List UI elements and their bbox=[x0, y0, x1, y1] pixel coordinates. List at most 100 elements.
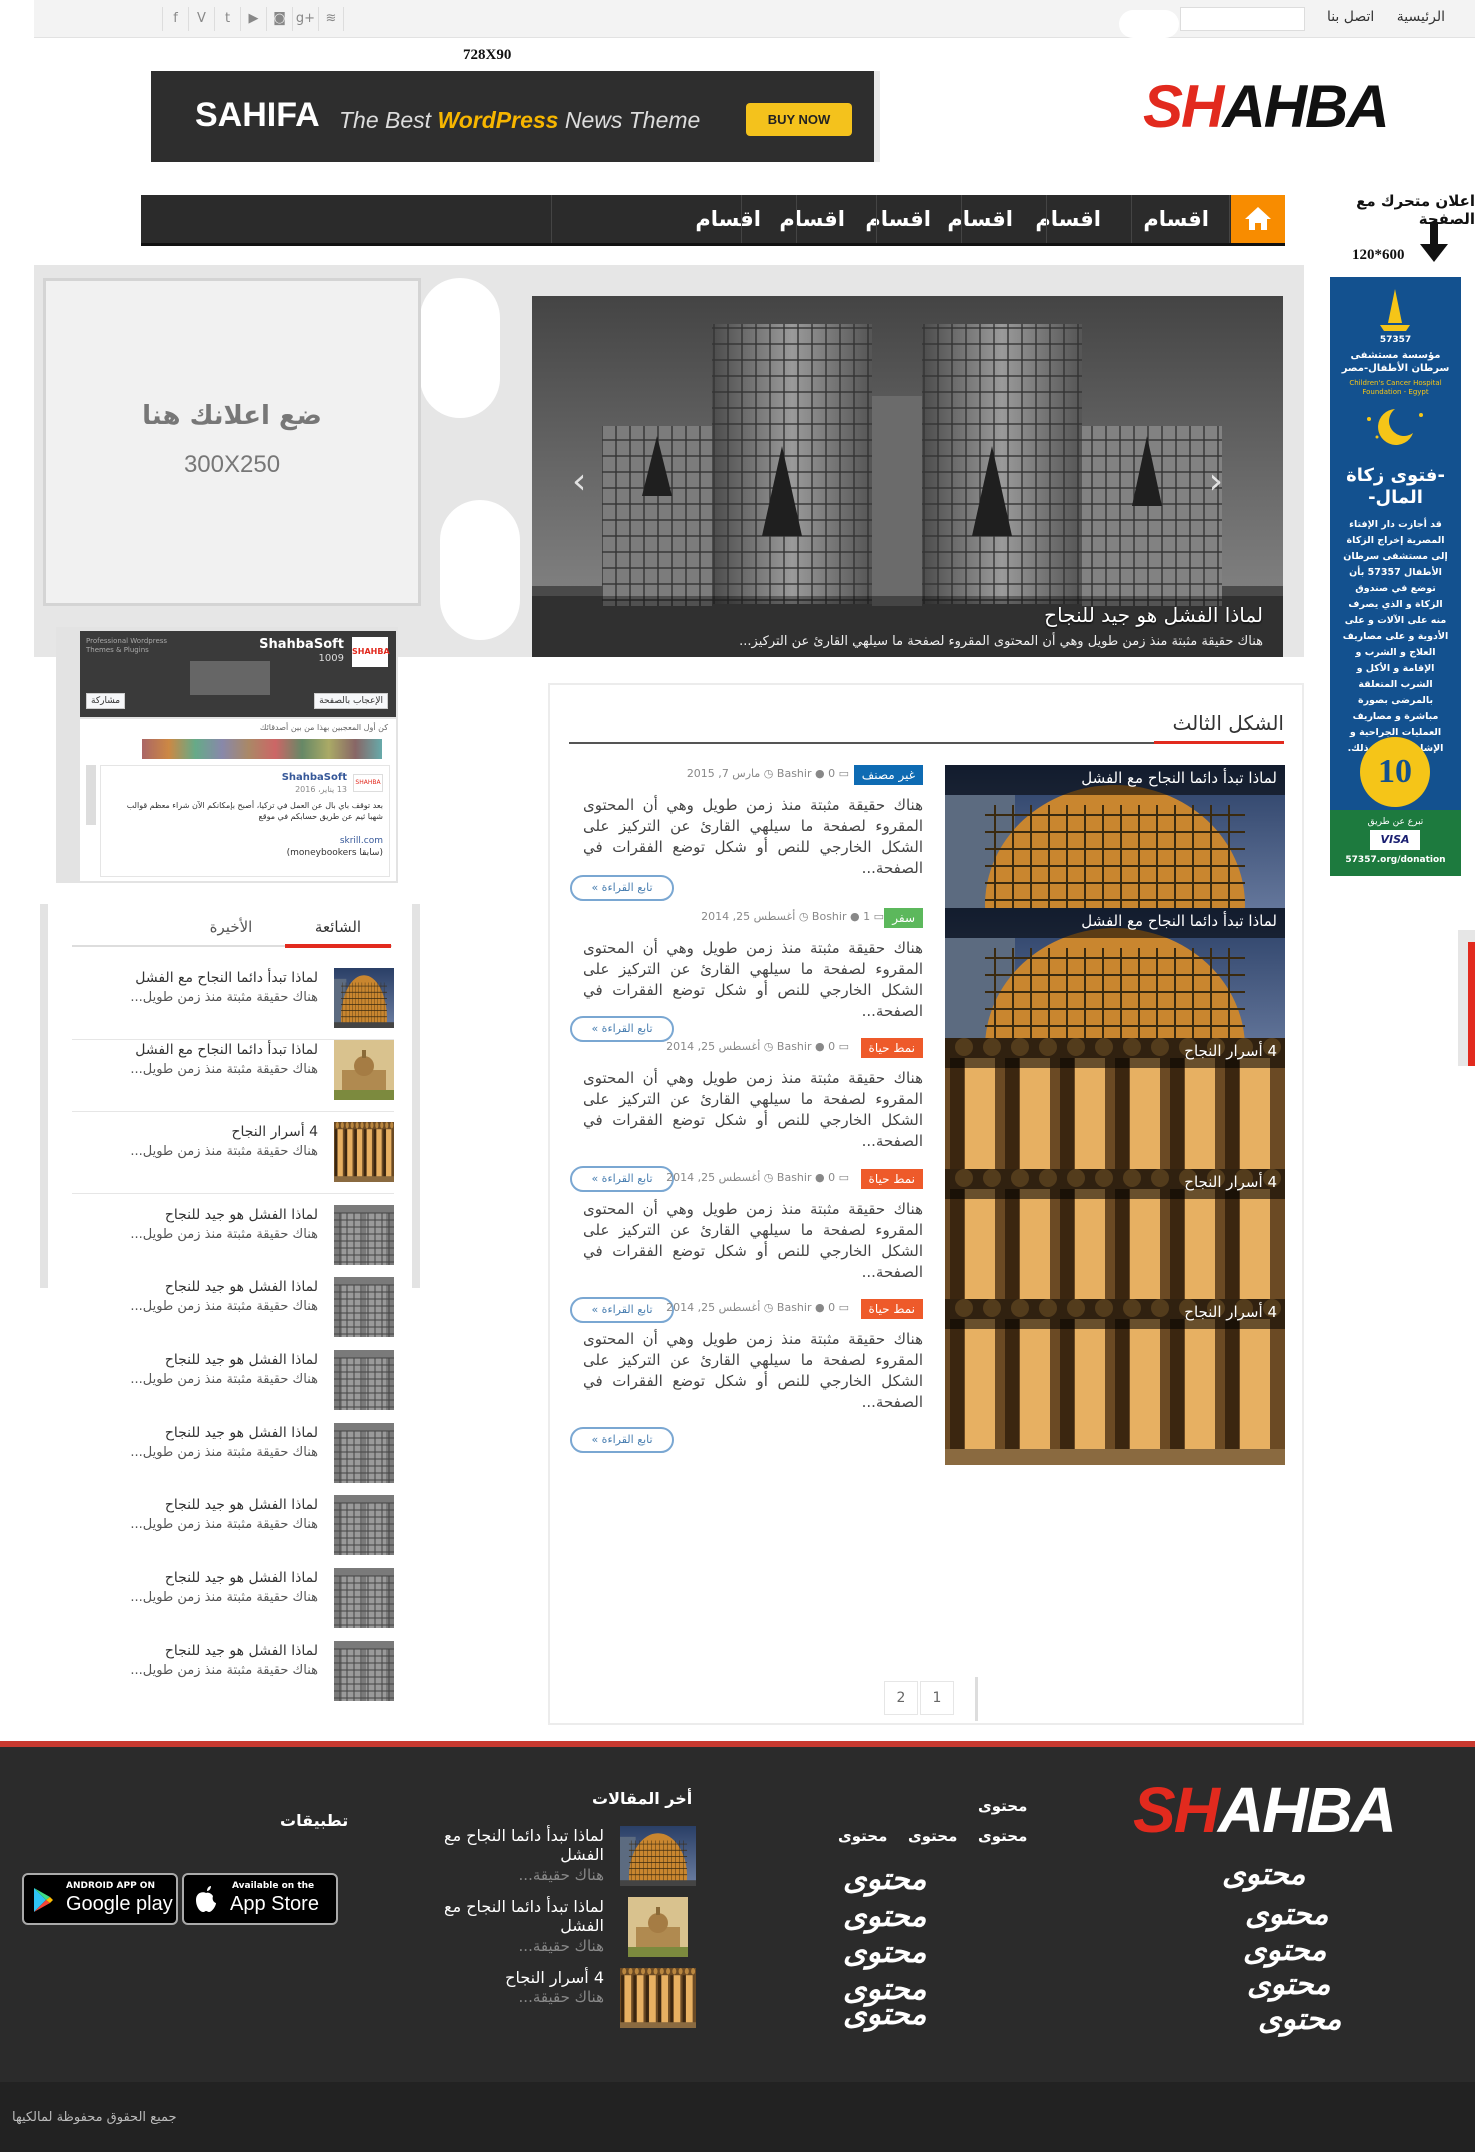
page-1[interactable]: 1 bbox=[920, 1681, 954, 1715]
scroll-thumb[interactable] bbox=[1468, 942, 1475, 1066]
sky-url[interactable]: 57357.org/donation bbox=[1330, 855, 1461, 865]
widget-post-title[interactable]: لماذا الفشل هو جيد للنجاح bbox=[165, 1643, 318, 1659]
footer-logo-item-4[interactable]: محتوى bbox=[1247, 1967, 1330, 2002]
widget-post-item[interactable]: لماذا الفشل هو جيد للنجاح هناك حقيقة مثب… bbox=[72, 1423, 394, 1495]
post-image[interactable]: 4 أسرار النجاح bbox=[945, 1299, 1285, 1465]
post-author[interactable]: Bashir bbox=[777, 1040, 812, 1053]
twitter-icon[interactable]: t bbox=[214, 7, 240, 31]
buy-now-button[interactable]: BUY NOW bbox=[746, 103, 852, 136]
footer-logo-item-3[interactable]: محتوى bbox=[1243, 1933, 1326, 1968]
post-comments[interactable]: 0 bbox=[828, 1171, 835, 1184]
vine-icon[interactable]: V bbox=[188, 7, 214, 31]
post-title[interactable]: 4 أسرار النجاح bbox=[945, 1038, 1285, 1068]
app-store-button[interactable]: Available on the App Store bbox=[182, 1873, 338, 1925]
widget-post-title[interactable]: 4 أسرار النجاح bbox=[231, 1124, 318, 1140]
post-title[interactable]: 4 أسرار النجاح bbox=[945, 1299, 1285, 1329]
widget-post-item[interactable]: لماذا تبدأ دائما النجاح مع الفشل هناك حق… bbox=[72, 968, 394, 1040]
footer-logo-item-5[interactable]: محتوى bbox=[1258, 2002, 1341, 2037]
page-2[interactable]: 2 bbox=[884, 1681, 918, 1715]
post-author[interactable]: Bashir bbox=[777, 1171, 812, 1184]
widget-post-thumb[interactable] bbox=[334, 1040, 394, 1100]
footer-content-item-3[interactable]: محتوى bbox=[843, 1935, 926, 1970]
widget-post-item[interactable]: لماذا الفشل هو جيد للنجاح هناك حقيقة مثب… bbox=[72, 1277, 394, 1349]
youtube-icon[interactable]: ▶ bbox=[240, 7, 266, 31]
fb-post-link[interactable]: skrill.com bbox=[340, 836, 383, 846]
footer-article-title[interactable]: لماذا تبدأ دائما النجاح مع الفشل bbox=[404, 1897, 604, 1935]
post-comments[interactable]: 0 bbox=[828, 767, 835, 780]
footer-logo[interactable]: SHAHBA bbox=[1133, 1775, 1397, 1845]
post-image[interactable]: لماذا تبدأ دائما النجاح مع الفشل bbox=[945, 765, 1285, 931]
widget-post-title[interactable]: لماذا تبدأ دائما النجاح مع الفشل bbox=[135, 1042, 318, 1058]
footer-article-thumb[interactable] bbox=[620, 1826, 696, 1886]
nav-item-6[interactable]: اقسام bbox=[695, 203, 761, 235]
post-category-badge[interactable]: نمط حياة bbox=[860, 1038, 923, 1058]
post-title[interactable]: لماذا تبدأ دائما النجاح مع الفشل bbox=[945, 908, 1285, 938]
post-comments[interactable]: 1 bbox=[863, 910, 870, 923]
footer-article-item[interactable]: لماذا تبدأ دائما النجاح مع الفشل هناك حق… bbox=[400, 1897, 696, 1963]
footer-content-sub-3[interactable]: محتوى bbox=[838, 1827, 887, 1845]
widget-post-item[interactable]: لماذا تبدأ دائما النجاح مع الفشل هناك حق… bbox=[72, 1040, 394, 1112]
widget-post-thumb[interactable] bbox=[334, 1495, 394, 1555]
banner-ad[interactable]: SAHIFA The Best WordPress News Theme BUY… bbox=[151, 71, 880, 162]
widget-post-thumb[interactable] bbox=[334, 1122, 394, 1182]
post-category-badge[interactable]: نمط حياة bbox=[860, 1299, 923, 1319]
widget-post-title[interactable]: لماذا الفشل هو جيد للنجاح bbox=[165, 1352, 318, 1368]
footer-logo-item-2[interactable]: محتوى bbox=[1245, 1897, 1328, 1932]
fb-post-name[interactable]: ShahbaSoft bbox=[282, 772, 347, 783]
post-title[interactable]: 4 أسرار النجاح bbox=[945, 1169, 1285, 1199]
footer-content-item-1[interactable]: محتوى bbox=[843, 1862, 926, 1897]
footer-article-item[interactable]: 4 أسرار النجاح هناك حقيقة... bbox=[400, 1968, 696, 2034]
tab-recent[interactable]: الأخيرة bbox=[186, 918, 276, 936]
slider-prev-icon[interactable]: ‹ bbox=[572, 461, 586, 502]
footer-article-item[interactable]: لماذا تبدأ دائما النجاح مع الفشل هناك حق… bbox=[400, 1826, 696, 1892]
rss-icon[interactable]: ≋ bbox=[318, 7, 344, 31]
post-category-badge[interactable]: نمط حياة bbox=[860, 1169, 923, 1189]
footer-content-item-5[interactable]: محتوى bbox=[843, 1997, 926, 2032]
widget-post-item[interactable]: لماذا الفشل هو جيد للنجاح هناك حقيقة مثب… bbox=[72, 1568, 394, 1640]
home-icon[interactable] bbox=[1231, 195, 1285, 243]
nav-item-5[interactable]: اقسام bbox=[779, 203, 845, 235]
slider-next-icon[interactable]: › bbox=[1209, 461, 1223, 502]
widget-post-item[interactable]: لماذا الفشل هو جيد للنجاح هناك حقيقة مثب… bbox=[72, 1350, 394, 1422]
read-more-button[interactable]: تابع القراءة » bbox=[570, 1427, 674, 1453]
widget-post-thumb[interactable] bbox=[334, 1205, 394, 1265]
post-author[interactable]: Bashir bbox=[777, 1301, 812, 1314]
footer-article-title[interactable]: 4 أسرار النجاح bbox=[404, 1968, 604, 1987]
footer-content-sub-2[interactable]: محتوى bbox=[908, 1827, 957, 1845]
post-comments[interactable]: 0 bbox=[828, 1040, 835, 1053]
widget-post-item[interactable]: لماذا الفشل هو جيد للنجاح هناك حقيقة مثب… bbox=[72, 1495, 394, 1567]
widget-post-title[interactable]: لماذا تبدأ دائما النجاح مع الفشل bbox=[135, 970, 318, 986]
nav-item-1[interactable]: اقسام bbox=[1143, 203, 1209, 235]
post-author[interactable]: Boshir bbox=[812, 910, 847, 923]
ad-300x250[interactable]: ضع اعلانك هنا 300X250 bbox=[43, 278, 421, 606]
post-category-badge[interactable]: غير مصنف bbox=[853, 765, 923, 785]
top-nav-home[interactable]: الرئيسية bbox=[1397, 9, 1445, 25]
fb-page-name[interactable]: ShahbaSoft bbox=[259, 637, 344, 652]
widget-post-thumb[interactable] bbox=[334, 1568, 394, 1628]
facebook-icon[interactable]: f bbox=[162, 7, 188, 31]
widget-post-thumb[interactable] bbox=[334, 1423, 394, 1483]
widget-post-item[interactable]: 4 أسرار النجاح هناك حقيقة مثبتة منذ زمن … bbox=[72, 1122, 394, 1194]
google-plus-icon[interactable]: g+ bbox=[292, 7, 318, 31]
widget-post-item[interactable]: لماذا الفشل هو جيد للنجاح هناك حقيقة مثب… bbox=[72, 1205, 394, 1277]
footer-content-sub-1[interactable]: محتوى bbox=[978, 1827, 1027, 1845]
widget-post-item[interactable]: لماذا الفشل هو جيد للنجاح هناك حقيقة مثب… bbox=[72, 1641, 394, 1713]
google-play-button[interactable]: ANDROID APP ON Google play bbox=[22, 1873, 178, 1925]
instagram-icon[interactable]: ◙ bbox=[266, 7, 292, 31]
post-author[interactable]: Bashir bbox=[777, 767, 812, 780]
post-comments[interactable]: 0 bbox=[828, 1301, 835, 1314]
featured-slider[interactable]: ‹ › لماذا الفشل هو جيد للنجاح هناك حقيقة… bbox=[532, 296, 1283, 657]
widget-post-thumb[interactable] bbox=[334, 1350, 394, 1410]
read-more-button[interactable]: تابع القراءة » bbox=[570, 875, 674, 901]
skyscraper-ad[interactable]: 57357 مؤسسة مستشفى سرطان الأطفال-مصر Chi… bbox=[1330, 277, 1461, 876]
widget-post-title[interactable]: لماذا الفشل هو جيد للنجاح bbox=[165, 1207, 318, 1223]
post-category-badge[interactable]: سفر bbox=[884, 908, 923, 928]
fb-share-button[interactable]: مشاركة bbox=[86, 693, 126, 709]
footer-article-thumb[interactable] bbox=[620, 1897, 696, 1957]
fb-like-button[interactable]: الإعجاب بالصفحة bbox=[314, 693, 388, 709]
widget-post-thumb[interactable] bbox=[334, 1641, 394, 1701]
post-title[interactable]: لماذا تبدأ دائما النجاح مع الفشل bbox=[945, 765, 1285, 795]
widget-post-title[interactable]: لماذا الفشل هو جيد للنجاح bbox=[165, 1279, 318, 1295]
widget-post-thumb[interactable] bbox=[334, 1277, 394, 1337]
footer-article-title[interactable]: لماذا تبدأ دائما النجاح مع الفشل bbox=[404, 1826, 604, 1864]
